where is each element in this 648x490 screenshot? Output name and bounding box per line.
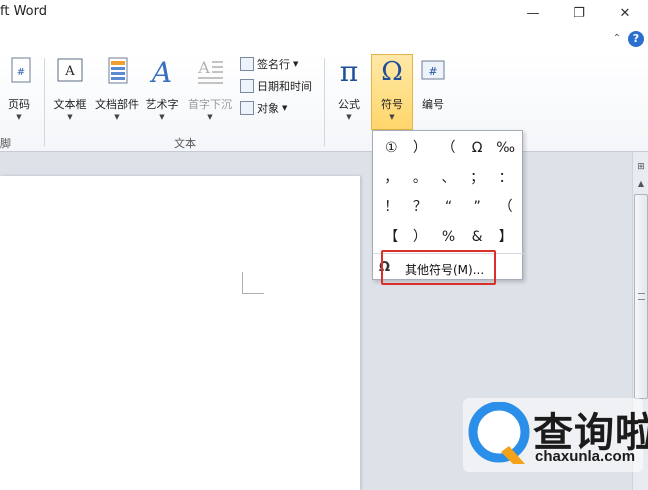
annotation-highlight-box (381, 250, 496, 285)
signature-line-icon (240, 57, 254, 71)
symbol-row: ① ） （ Ω ‰ (377, 134, 520, 164)
symbol-cell[interactable]: “ (434, 193, 463, 223)
object-icon (240, 101, 254, 115)
symbol-cell[interactable]: ） (406, 134, 435, 164)
help-icon[interactable]: ? (628, 31, 644, 47)
page-number-label: 页码 (8, 98, 30, 111)
collapse-ribbon-icon[interactable]: ⌃ (611, 33, 623, 45)
chevron-down-icon: ▼ (16, 113, 22, 121)
date-time-button[interactable]: 日期和时间 (240, 78, 312, 98)
wordart-icon: A (149, 56, 172, 86)
symbol-cell[interactable]: ‰ (491, 134, 520, 164)
symbol-cell[interactable]: 。 (406, 164, 435, 194)
omega-icon: Ω (381, 57, 403, 86)
wordart-label: 艺术字 (145, 98, 179, 111)
date-time-icon (240, 79, 254, 93)
ribbon-insert-tab: # 页码 ▼ 脚 A 文本框 ▼ 文档部件 ▼ A 艺术字 ▼ A 首字下沉 ▼… (0, 50, 648, 152)
scroll-up-icon[interactable]: ▲ (635, 179, 647, 191)
textbox-icon: A (57, 58, 83, 82)
symbol-row: 【 ） % & 】 (377, 223, 520, 253)
symbol-grid: ① ） （ Ω ‰ ， 。 、 ； ： ！ ？ “ ” （ 【 ） % & 】 (377, 134, 520, 252)
svg-text:A: A (197, 58, 210, 77)
wordart-button[interactable]: A 艺术字 ▼ (143, 56, 181, 126)
watermark-logo-icon (468, 402, 530, 464)
object-button[interactable]: 对象 ▼ (240, 100, 287, 120)
number-button[interactable]: # 编号 (414, 56, 452, 126)
margin-corner-mark (242, 272, 264, 294)
symbol-cell[interactable]: ！ (377, 193, 406, 223)
ribbon-help-row: ⌃ ? (0, 30, 648, 50)
quick-parts-label: 文档部件 (95, 98, 139, 111)
symbol-cell[interactable]: 】 (491, 223, 520, 253)
symbol-button[interactable]: Ω 符号 ▼ (371, 56, 413, 126)
object-label: 对象 (257, 102, 279, 115)
symbol-cell[interactable]: （ (434, 134, 463, 164)
svg-text:#: # (17, 67, 25, 78)
symbol-cell[interactable]: ： (491, 164, 520, 194)
svg-text:Ω: Ω (381, 57, 403, 86)
symbol-cell[interactable]: ？ (406, 193, 435, 223)
group-separator (44, 58, 45, 146)
watermark: 查询啦 chaxunla.com (463, 398, 648, 472)
symbol-cell[interactable]: ” (463, 193, 492, 223)
symbol-cell[interactable]: % (434, 223, 463, 253)
page-number-icon: # (11, 57, 31, 83)
number-label: 编号 (422, 98, 444, 111)
symbol-cell[interactable]: （ (491, 193, 520, 223)
group-label-header-footer: 脚 (0, 137, 11, 150)
watermark-url: chaxunla.com (535, 448, 636, 465)
symbol-cell[interactable]: 【 (377, 223, 406, 253)
svg-text:A: A (149, 56, 172, 86)
number-icon: # (421, 60, 445, 80)
chevron-down-icon: ▼ (389, 113, 395, 121)
chevron-down-icon: ▼ (67, 113, 73, 121)
textbox-button[interactable]: A 文本框 ▼ (50, 56, 90, 126)
equation-icon: π (340, 56, 358, 86)
symbol-cell[interactable]: Ω (463, 134, 492, 164)
symbol-row: ！ ？ “ ” （ (377, 193, 520, 223)
chevron-down-icon: ▼ (293, 60, 299, 68)
chevron-down-icon: ▼ (159, 113, 165, 121)
drop-cap-button[interactable]: A 首字下沉 ▼ (184, 56, 236, 126)
svg-text:π: π (340, 56, 358, 86)
drop-cap-icon: A (197, 58, 223, 84)
symbol-cell[interactable]: & (463, 223, 492, 253)
document-page[interactable] (0, 176, 360, 490)
symbol-cell[interactable]: ； (463, 164, 492, 194)
date-time-label: 日期和时间 (257, 80, 312, 93)
chevron-down-icon: ▼ (282, 104, 288, 112)
restore-button[interactable]: ❐ (568, 6, 590, 22)
minimize-button[interactable]: — (522, 6, 544, 22)
svg-text:A: A (64, 64, 75, 79)
page-number-button[interactable]: # 页码 ▼ (0, 56, 38, 126)
group-label-text: 文本 (174, 137, 196, 150)
equation-label: 公式 (338, 98, 360, 111)
equation-button[interactable]: π 公式 ▼ (330, 56, 368, 126)
group-separator (324, 58, 325, 146)
symbol-row: ， 。 、 ； ： (377, 164, 520, 194)
title-bar: ft Word — ❐ ✕ (0, 0, 648, 30)
signature-line-button[interactable]: 签名行 ▼ (240, 56, 298, 76)
signature-line-label: 签名行 (257, 58, 290, 71)
window-title: ft Word (0, 4, 47, 19)
chevron-down-icon: ▼ (114, 113, 120, 121)
ruler-toggle-icon[interactable]: ⊞ (635, 162, 647, 174)
symbol-label: 符号 (381, 98, 403, 111)
grip-icon (638, 293, 645, 300)
quick-parts-button[interactable]: 文档部件 ▼ (92, 56, 142, 126)
quick-parts-icon (108, 57, 128, 84)
symbol-cell[interactable]: ） (406, 223, 435, 253)
drop-cap-label: 首字下沉 (188, 98, 232, 111)
scrollbar-thumb[interactable] (634, 194, 648, 399)
chevron-down-icon: ▼ (207, 113, 213, 121)
symbol-cell[interactable]: 、 (434, 164, 463, 194)
symbol-cell[interactable]: ① (377, 134, 406, 164)
symbol-cell[interactable]: ， (377, 164, 406, 194)
svg-text:#: # (428, 65, 437, 78)
textbox-label: 文本框 (53, 98, 87, 111)
chevron-down-icon: ▼ (346, 113, 352, 121)
close-button[interactable]: ✕ (614, 6, 636, 22)
